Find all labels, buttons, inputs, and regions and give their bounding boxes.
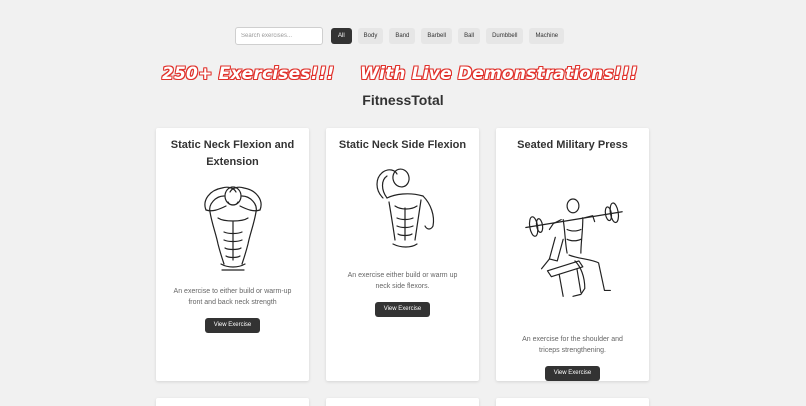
seated-military-press-illustration [524, 198, 623, 297]
exercise-card-description: An exercise for the shoulder and triceps… [522, 336, 623, 354]
exercise-card-title: Seated Military Press [517, 139, 628, 151]
exercise-card: Static Neck Flexion and Extension An exe… [156, 128, 309, 381]
filter-toolbar: All Body Band Barbell Ball Dumbbell Mach… [235, 27, 570, 45]
search-input[interactable] [235, 27, 323, 45]
filter-all-button[interactable]: All [331, 28, 352, 44]
exercise-card [496, 398, 649, 406]
view-exercise-button[interactable]: View Exercise [544, 366, 601, 381]
exercise-card-description: An exercise either build or warm up neck… [347, 272, 458, 290]
view-exercise-button[interactable]: View Exercise [204, 318, 261, 333]
banner-exercise-count: 250+ Exercises!!! [162, 64, 335, 84]
view-exercise-button[interactable]: View Exercise [374, 302, 431, 317]
filter-machine-button[interactable]: Machine [529, 28, 565, 44]
filter-band-button[interactable]: Band [389, 28, 416, 44]
exercise-card [326, 398, 479, 406]
banner-live-demos: With Live Demonstrations!!! [360, 64, 638, 84]
exercise-card: Seated Military Press An exercise for th… [496, 128, 649, 381]
neck-side-flexion-illustration [375, 168, 434, 248]
site-title: FitnessTotal [362, 92, 444, 108]
filter-barbell-button[interactable]: Barbell [421, 28, 453, 44]
filter-body-button[interactable]: Body [357, 28, 384, 44]
exercise-card-title: Static Neck Side Flexion [338, 139, 467, 151]
neck-flexion-extension-illustration [203, 186, 262, 271]
exercise-card: Static Neck Side Flexion An exercise eit… [326, 128, 479, 381]
exercise-card [156, 398, 309, 406]
exercise-card-title: Static Neck Flexion and Extension [170, 139, 295, 168]
filter-dumbbell-button[interactable]: Dumbbell [486, 28, 524, 44]
filter-ball-button[interactable]: Ball [458, 28, 481, 44]
exercise-card-description: An exercise to either build or warm-up f… [173, 288, 292, 306]
